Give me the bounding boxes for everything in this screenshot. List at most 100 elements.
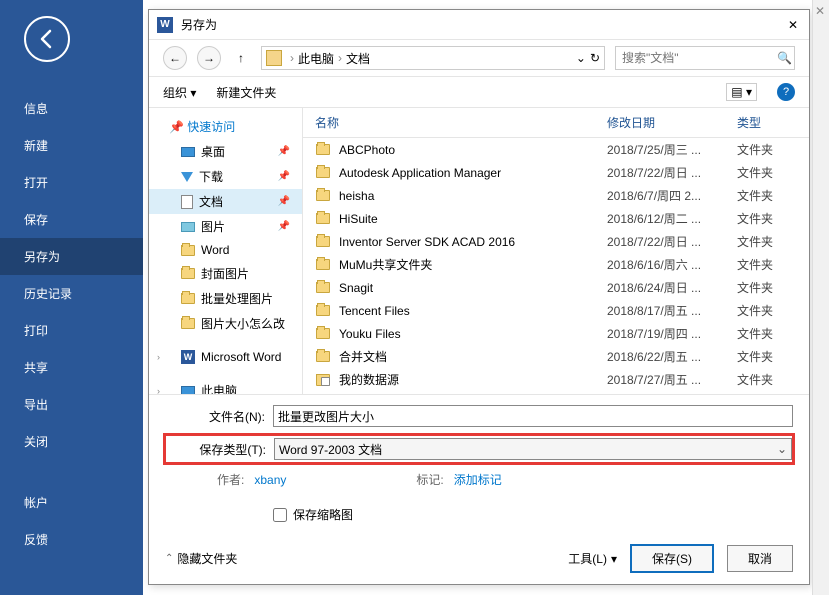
tree-thispc[interactable]: ›此电脑: [149, 378, 302, 394]
folder-icon: [315, 236, 331, 247]
tree-word[interactable]: Word: [149, 239, 302, 261]
file-date: 2018/8/17/周五 ...: [607, 302, 737, 319]
breadcrumb[interactable]: › 此电脑 › 文档 ⌄ ↻: [261, 46, 605, 70]
col-name[interactable]: 名称: [315, 114, 607, 131]
sidebar-item-account[interactable]: 帐户: [0, 484, 143, 521]
tools-button[interactable]: 工具(L) ▾: [568, 550, 617, 567]
tree-batch[interactable]: 批量处理图片: [149, 286, 302, 311]
new-folder-button[interactable]: 新建文件夹: [216, 84, 276, 101]
file-row[interactable]: Inventor Server SDK ACAD 20162018/7/22/周…: [303, 230, 809, 253]
file-type: 文件夹: [737, 164, 797, 181]
author-label: 作者:: [217, 471, 244, 488]
tree-msword[interactable]: ›WMicrosoft Word: [149, 346, 302, 368]
nav-back-button[interactable]: ←: [163, 46, 187, 70]
window-close-icon[interactable]: ✕: [815, 4, 825, 18]
file-row[interactable]: Tencent Files2018/8/17/周五 ...文件夹: [303, 299, 809, 322]
picture-icon: [181, 222, 195, 232]
desktop-icon: [181, 147, 195, 157]
file-row[interactable]: 合并文档2018/6/22/周五 ...文件夹: [303, 345, 809, 368]
file-date: 2018/6/7/周四 2...: [607, 187, 737, 204]
breadcrumb-pc[interactable]: 此电脑: [298, 50, 334, 67]
tree-pictures[interactable]: 图片📌: [149, 214, 302, 239]
search-input[interactable]: [622, 51, 777, 65]
nav-forward-button[interactable]: →: [197, 46, 221, 70]
file-name: heisha: [339, 189, 607, 203]
dialog-toolbar: 组织 ▾ 新建文件夹 ▤ ▾ ?: [149, 77, 809, 108]
chevron-up-icon: ⌃: [165, 553, 173, 564]
tags-value[interactable]: 添加标记: [454, 471, 502, 488]
search-icon[interactable]: 🔍: [777, 51, 792, 65]
sidebar-item-saveas[interactable]: 另存为: [0, 238, 143, 275]
file-name: 合并文档: [339, 348, 607, 365]
sidebar-item-export[interactable]: 导出: [0, 386, 143, 423]
sidebar-item-info[interactable]: 信息: [0, 90, 143, 127]
sidebar-item-history[interactable]: 历史记录: [0, 275, 143, 312]
tree-quick-access[interactable]: 📌 快速访问: [149, 114, 302, 139]
folder-icon: [315, 259, 331, 270]
view-options-button[interactable]: ▤ ▾: [726, 83, 757, 101]
organize-button[interactable]: 组织 ▾: [163, 84, 196, 101]
folder-icon: [181, 293, 195, 304]
folder-icon: [181, 268, 195, 279]
thumbnail-check[interactable]: [273, 508, 287, 522]
chevron-down-icon: ⌄: [777, 442, 787, 456]
file-date: 2018/7/19/周四 ...: [607, 325, 737, 342]
save-thumbnail-checkbox[interactable]: 保存缩略图: [273, 506, 793, 523]
breadcrumb-loc[interactable]: 文档: [346, 50, 370, 67]
file-row[interactable]: Youku Files2018/7/19/周四 ...文件夹: [303, 322, 809, 345]
file-row[interactable]: MuMu共享文件夹2018/6/16/周六 ...文件夹: [303, 253, 809, 276]
file-row[interactable]: 我的数据源2018/7/27/周五 ...文件夹: [303, 368, 809, 391]
folder-icon: [315, 351, 331, 362]
file-date: 2018/6/12/周二 ...: [607, 210, 737, 227]
nav-up-button[interactable]: ↑: [231, 48, 251, 68]
help-button[interactable]: ?: [777, 83, 795, 101]
filetype-combo[interactable]: Word 97-2003 文档 ⌄: [274, 438, 792, 460]
folder-icon: [315, 328, 331, 339]
search-box[interactable]: 🔍: [615, 46, 795, 70]
filename-label: 文件名(N):: [165, 408, 265, 425]
folder-icon: [181, 245, 195, 256]
tree-documents[interactable]: 文档📌: [149, 189, 302, 214]
refresh-button[interactable]: ↻: [590, 51, 600, 65]
sidebar-item-feedback[interactable]: 反馈: [0, 521, 143, 558]
file-date: 2018/6/16/周六 ...: [607, 256, 737, 273]
back-button[interactable]: [24, 16, 70, 62]
author-value[interactable]: xbany: [254, 473, 286, 487]
file-row[interactable]: Snagit2018/6/24/周日 ...文件夹: [303, 276, 809, 299]
save-as-dialog: W 另存为 ✕ ← → ↑ › 此电脑 › 文档 ⌄ ↻ 🔍 组织 ▾ 新建文件…: [148, 9, 810, 585]
file-row[interactable]: HiSuite2018/6/12/周二 ...文件夹: [303, 207, 809, 230]
file-row[interactable]: heisha2018/6/7/周四 2...文件夹: [303, 184, 809, 207]
file-row[interactable]: Autodesk Application Manager2018/7/22/周日…: [303, 161, 809, 184]
file-type: 文件夹: [737, 279, 797, 296]
tree-desktop[interactable]: 桌面📌: [149, 139, 302, 164]
sidebar-item-save[interactable]: 保存: [0, 201, 143, 238]
file-type: 文件夹: [737, 141, 797, 158]
file-name: HiSuite: [339, 212, 607, 226]
sidebar-item-open[interactable]: 打开: [0, 164, 143, 201]
dialog-close-button[interactable]: ✕: [785, 17, 801, 33]
file-date: 2018/7/27/周五 ...: [607, 371, 737, 388]
col-type[interactable]: 类型: [737, 114, 797, 131]
filename-input[interactable]: [273, 405, 793, 427]
file-row[interactable]: ABCPhoto2018/7/25/周三 ...文件夹: [303, 138, 809, 161]
save-button[interactable]: 保存(S): [631, 545, 713, 572]
sidebar-item-close[interactable]: 关闭: [0, 423, 143, 460]
sidebar-item-print[interactable]: 打印: [0, 312, 143, 349]
tree-downloads[interactable]: 下载📌: [149, 164, 302, 189]
file-date: 2018/7/22/周日 ...: [607, 233, 737, 250]
column-headers[interactable]: 名称 修改日期 类型: [303, 108, 809, 138]
folder-tree[interactable]: 📌 快速访问 桌面📌 下载📌 文档📌 图片📌 Word 封面图片 批量处理图片 …: [149, 108, 303, 394]
breadcrumb-dropdown[interactable]: ⌄: [576, 51, 586, 65]
col-date[interactable]: 修改日期: [607, 114, 737, 131]
sidebar-item-share[interactable]: 共享: [0, 349, 143, 386]
hide-folders-button[interactable]: ⌃ 隐藏文件夹: [165, 550, 237, 567]
folder-icon: [266, 50, 282, 66]
file-type: 文件夹: [737, 233, 797, 250]
tree-cover[interactable]: 封面图片: [149, 261, 302, 286]
backstage-sidebar: 信息 新建 打开 保存 另存为 历史记录 打印 共享 导出 关闭 帐户 反馈: [0, 0, 143, 595]
cancel-button[interactable]: 取消: [727, 545, 793, 572]
sidebar-item-new[interactable]: 新建: [0, 127, 143, 164]
tree-size[interactable]: 图片大小怎么改: [149, 311, 302, 336]
dialog-titlebar: W 另存为 ✕: [149, 10, 809, 40]
file-date: 2018/6/24/周日 ...: [607, 279, 737, 296]
